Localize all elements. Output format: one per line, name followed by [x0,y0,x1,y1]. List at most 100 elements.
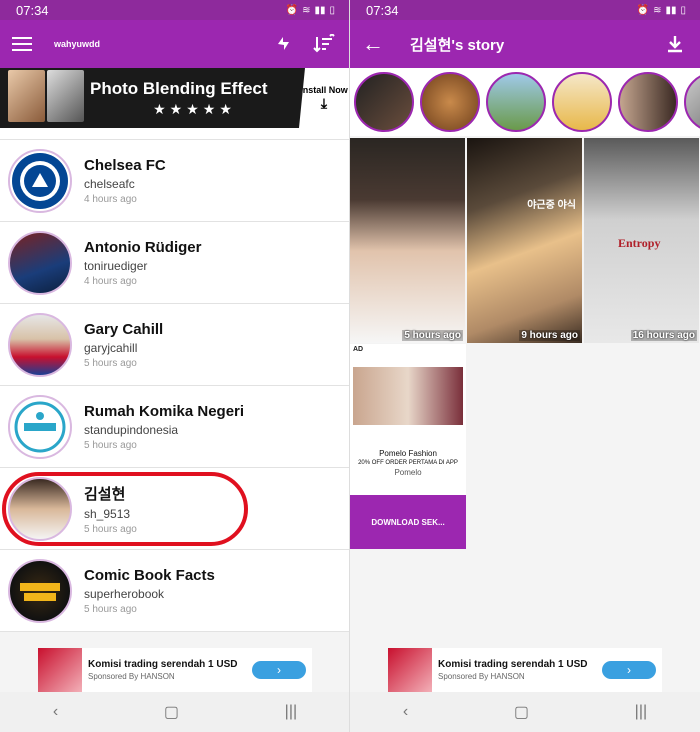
ad-brand: Pomelo [394,468,422,477]
bottom-ad[interactable]: Komisi trading serendah 1 USD Sponsored … [388,648,662,692]
story-thumb[interactable] [420,72,480,132]
download-icon: ⤓ [320,94,328,111]
list-item[interactable] [0,128,349,140]
ad-image [353,367,463,425]
story-caption: 야근중 야식 [527,200,576,211]
list-item[interactable]: Gary Cahill garyjcahill 5 hours ago [0,304,349,386]
chevron-right-icon: › [277,663,281,677]
banner-thumbnails [0,70,84,126]
wifi-icon: ≋ [653,4,662,16]
ad-label: AD [353,346,364,353]
app-bar: ← 김설현's story [350,20,700,68]
banner-stars: ★★★★★ [153,100,236,117]
user-handle: standupindonesia [84,422,179,437]
status-icons: ⏰ ≋ ▮▮ ▯ [286,5,335,16]
menu-icon[interactable] [12,37,32,51]
avatar [8,394,72,459]
alarm-icon: ⏰ [285,4,299,16]
story-grid: 5 hours ago 야근중 야식 9 hours ago Entropy 1… [350,138,700,343]
battery-icon: ▯ [680,4,686,16]
user-handle: toniruediger [84,258,148,273]
avatar [8,230,72,295]
story-cell[interactable]: Entropy 16 hours ago [584,138,699,343]
story-thumb[interactable] [618,72,678,132]
story-cell[interactable]: 5 hours ago [350,138,465,343]
app-bar: wahyuwdd [0,20,349,68]
story-cell[interactable]: 야근중 야식 9 hours ago [467,138,582,343]
install-now-button[interactable]: Install Now ⤓ [299,68,349,128]
status-icons: ⏰ ≋ ▮▮ ▯ [637,5,686,16]
ad-go-button[interactable]: › [252,661,306,679]
status-time: 07:34 [366,2,399,18]
story-thumb[interactable] [552,72,612,132]
story-caption: Entropy [618,236,661,250]
avatar [8,312,72,377]
alarm-icon: ⏰ [636,4,650,16]
status-bar: 07:34 ⏰ ≋ ▮▮ ▯ [0,0,349,20]
home-nav-icon[interactable]: ▢ [514,702,529,722]
recents-nav-icon[interactable]: ||| [285,703,297,721]
back-nav-icon[interactable]: ‹ [53,703,58,721]
avatar [8,148,72,213]
signal-icon: ▮▮ [314,4,326,16]
user-list: Chelsea FC chelseafc 4 hours ago Antonio… [0,128,349,632]
user-time: 4 hours ago [84,275,137,287]
story-thumb[interactable] [486,72,546,132]
user-handle: garyjcahill [84,340,138,355]
user-name: Comic Book Facts [84,566,215,584]
ad-image [38,648,82,692]
list-item-selected[interactable]: 김설현 sh_9513 5 hours ago [0,468,349,550]
story-thumbnails [350,68,700,136]
ad-image [388,648,432,692]
user-name: Chelsea FC [84,156,166,174]
ad-sponsor: Sponsored By HANSON [88,672,175,681]
user-time: 4 hours ago [84,193,137,205]
signal-icon: ▮▮ [665,4,677,16]
user-name: Gary Cahill [84,320,164,338]
story-thumb[interactable] [354,72,414,132]
avatar [8,558,72,623]
system-nav-bar: ‹ ▢ ||| [350,692,700,732]
user-name: Rumah Komika Negeri [84,402,245,420]
banner-ad[interactable]: Photo Blending Effect ★★★★★ Install Now … [0,68,349,128]
sort-icon[interactable] [311,31,337,57]
recents-nav-icon[interactable]: ||| [635,703,647,721]
page-title: 김설현's story [410,36,505,54]
ad-title: Komisi trading serendah 1 USD [438,659,588,670]
story-time: 16 hours ago [630,330,697,341]
ad-promo: 20% OFF ORDER PERTAMA DI APP [358,460,458,466]
native-ad[interactable]: AD Pomelo Fashion 20% OFF ORDER PERTAMA … [350,344,466,549]
wifi-icon: ≋ [302,4,311,16]
back-arrow-icon[interactable]: ← [362,31,388,57]
right-screen: 07:34 ⏰ ≋ ▮▮ ▯ ← 김설현's story 5 hours ago… [350,0,700,732]
list-item[interactable]: Antonio Rüdiger toniruediger 4 hours ago [0,222,349,304]
user-time: 5 hours ago [84,357,137,369]
battery-icon: ▯ [329,4,335,16]
list-item[interactable]: Rumah Komika Negeri standupindonesia 5 h… [0,386,349,468]
status-bar: 07:34 ⏰ ≋ ▮▮ ▯ [350,0,700,20]
chevron-right-icon: › [627,663,631,677]
highlight-circle [2,472,248,546]
download-icon[interactable] [662,31,688,57]
username: wahyuwdd [54,39,101,49]
refresh-icon[interactable] [271,31,297,57]
status-time: 07:34 [16,2,49,18]
story-time: 9 hours ago [519,330,580,341]
left-screen: 07:34 ⏰ ≋ ▮▮ ▯ wahyuwdd Photo Blending E… [0,0,350,732]
banner-title: Photo Blending Effect [90,78,268,98]
ad-brand-line: Pomelo Fashion [379,449,437,458]
list-item[interactable]: Comic Book Facts superherobook 5 hours a… [0,550,349,632]
bottom-ad[interactable]: Komisi trading serendah 1 USD Sponsored … [38,648,312,692]
story-thumb[interactable] [684,72,700,132]
ad-go-button[interactable]: › [602,661,656,679]
download-ad-button[interactable]: DOWNLOAD SEK... [350,495,466,549]
story-time: 5 hours ago [402,330,463,341]
back-nav-icon[interactable]: ‹ [403,703,408,721]
user-time: 5 hours ago [84,603,137,615]
system-nav-bar: ‹ ▢ ||| [0,692,349,732]
list-item[interactable]: Chelsea FC chelseafc 4 hours ago [0,140,349,222]
ad-sponsor: Sponsored By HANSON [438,672,525,681]
user-handle: superherobook [84,586,165,601]
ad-title: Komisi trading serendah 1 USD [88,659,238,670]
home-nav-icon[interactable]: ▢ [164,702,179,722]
